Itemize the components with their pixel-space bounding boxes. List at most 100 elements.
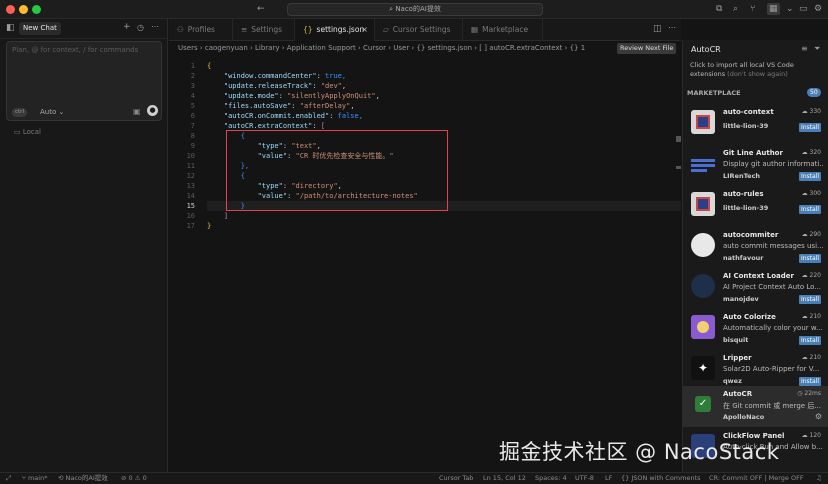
toggle-panel-icon[interactable]: ▭: [799, 3, 808, 15]
notifications-bell-icon[interactable]: ♫: [816, 473, 822, 484]
minimize-window-button[interactable]: [19, 5, 28, 14]
install-button[interactable]: Install: [798, 295, 821, 304]
line-number: 7: [190, 122, 195, 130]
code-editor[interactable]: 1 2 3 4 5 6 7 8 9 10 11 12 13 14 15 16 1…: [169, 56, 681, 472]
code-line: {: [207, 61, 211, 71]
microphone-icon[interactable]: ●: [147, 105, 158, 116]
extension-item-ai-context-loader[interactable]: AI Context Loader AI Project Context Aut…: [683, 268, 828, 309]
json-key: "files.autoSave": [223, 102, 292, 110]
install-button[interactable]: Install: [798, 377, 821, 386]
tab-label: Marketplace: [482, 25, 529, 34]
download-count: ☁ 300: [802, 190, 821, 197]
tab-marketplace[interactable]: ▦ Marketplace: [463, 19, 543, 41]
status-bar: ⤢ ⑂ main* ⟲ Naco的AI提效 ⊘ 0 ⚠ 0 Cursor Tab…: [0, 472, 828, 484]
line-number: 3: [190, 82, 195, 90]
extension-search-input[interactable]: AutoCR: [687, 43, 795, 56]
history-icon[interactable]: ◷: [137, 23, 144, 32]
extension-author: bisquit: [723, 336, 749, 344]
autocr-status[interactable]: CR: Commit OFF | Merge OFF: [709, 473, 804, 484]
title-bar: ← ⌕ Naco的AI提效 ⧉ ⌕ ⑂ ▦ ⌄ ▭ ⚙: [0, 0, 828, 19]
install-button[interactable]: Install: [798, 172, 821, 181]
more-actions-icon[interactable]: ⋯: [668, 23, 676, 32]
import-extensions-link[interactable]: Click to import all local VS Code extens…: [690, 61, 822, 79]
cursor-tab-status[interactable]: Cursor Tab: [439, 473, 473, 484]
indentation-status[interactable]: Spaces: 4: [535, 473, 567, 484]
download-count-value: 290: [809, 231, 821, 238]
filter-icon[interactable]: ≡: [801, 44, 808, 53]
tab-new-chat[interactable]: New Chat: [19, 22, 61, 35]
branch-status[interactable]: ⑂ main*: [22, 473, 47, 484]
cloud-icon: ☁: [801, 432, 810, 439]
image-attach-icon[interactable]: ▣: [133, 107, 141, 116]
project-status[interactable]: ⟲ Naco的AI提效: [58, 473, 108, 484]
encoding-status[interactable]: UTF-8: [575, 473, 594, 484]
tab-profiles[interactable]: ⚇ Profiles: [169, 19, 233, 41]
download-count: ☁ 210: [802, 313, 821, 320]
source-control-icon[interactable]: ⑂: [750, 3, 755, 15]
extension-description: auto commit messages usi...: [723, 242, 823, 250]
tab-settings-json[interactable]: {} settings.json ×: [295, 19, 375, 41]
extension-name: autocommiter: [723, 231, 779, 239]
search-panel-icon[interactable]: ⌕: [733, 3, 738, 15]
import-note[interactable]: (don't show again): [727, 70, 788, 78]
extension-item-autocommiter[interactable]: autocommiter auto commit messages usi...…: [683, 227, 828, 268]
code-line: "window.commandCenter": true,: [223, 72, 347, 80]
more-options-icon[interactable]: ⋯: [151, 22, 159, 31]
branch-name: main*: [27, 474, 48, 482]
settings-gear-icon[interactable]: ⚙: [814, 3, 822, 15]
extension-item-lripper[interactable]: ✦ Lripper Solar2D Auto-Ripper for V... q…: [683, 350, 828, 391]
funnel-icon[interactable]: ⏷: [814, 44, 820, 54]
activation-time-value: 22ms: [804, 390, 821, 397]
extension-item-auto-rules[interactable]: auto-rules little-lion-39 ☁ 300 Install: [683, 186, 828, 227]
project-name: Naco的AI提效: [65, 474, 108, 482]
command-center-search[interactable]: ⌕ Naco的AI提效: [287, 3, 543, 16]
extension-author: nathfavour: [723, 254, 764, 262]
editor-scrollbar[interactable]: [676, 56, 681, 356]
close-window-button[interactable]: [6, 5, 15, 14]
scope-selector[interactable]: ▭ Local: [14, 128, 41, 136]
install-button[interactable]: Install: [798, 205, 821, 214]
install-button[interactable]: Install: [798, 254, 821, 263]
back-arrow-icon[interactable]: ←: [257, 3, 265, 15]
maximize-window-button[interactable]: [32, 5, 41, 14]
problems-status[interactable]: ⊘ 0 ⚠ 0: [121, 473, 147, 484]
close-tab-icon[interactable]: ×: [361, 19, 368, 41]
manage-gear-icon[interactable]: ⚙: [815, 412, 822, 421]
palette-inner: [697, 321, 709, 333]
marketplace-section-header[interactable]: MARKETPLACE: [687, 89, 741, 97]
line-number-current: 15: [186, 202, 195, 210]
extension-item-autocr[interactable]: ✓ AutoCR 在 Git commit 或 merge 后... Apoll…: [683, 386, 828, 427]
tab-settings[interactable]: ≡ Settings: [233, 19, 295, 41]
install-button[interactable]: Install: [798, 336, 821, 345]
line-number: 12: [186, 172, 195, 180]
activation-time: ◷ 22ms: [797, 390, 821, 397]
chevron-down-icon[interactable]: ⌄: [786, 3, 794, 15]
review-next-file-button[interactable]: Review Next File: [617, 43, 677, 54]
new-chat-plus-icon[interactable]: +: [123, 22, 131, 32]
install-button[interactable]: Install: [798, 123, 821, 132]
line-number: 16: [186, 212, 195, 220]
extensions-icon[interactable]: ▦: [767, 3, 780, 15]
split-editor-icon[interactable]: ◫: [653, 24, 662, 34]
extension-author: little-lion-39: [723, 204, 769, 212]
extension-item-auto-colorize[interactable]: Auto Colorize Automatically color your w…: [683, 309, 828, 350]
extension-item-auto-context[interactable]: auto-context little-lion-39 ☁ 330 Instal…: [683, 104, 828, 145]
cloud-icon: ☁: [801, 231, 810, 238]
model-label: Auto: [40, 108, 57, 116]
model-selector[interactable]: Auto ⌄: [40, 108, 64, 116]
language-mode[interactable]: {} JSON with Comments: [621, 473, 701, 484]
chat-input[interactable]: [7, 42, 161, 94]
extension-logo-icon: [691, 233, 715, 257]
cursor-position[interactable]: Ln 15, Col 12: [483, 473, 526, 484]
chat-header: ◧ New Chat + ◷ ⋯: [0, 19, 168, 39]
tab-cursor-settings[interactable]: ▱ Cursor Settings: [375, 19, 463, 41]
copy-icon[interactable]: ⧉: [716, 3, 722, 15]
extension-author: little-lion-39: [723, 122, 769, 130]
breadcrumb[interactable]: Users › caogenyuan › Library › Applicati…: [169, 41, 681, 55]
remote-icon[interactable]: ⤢: [6, 473, 11, 484]
scroll-marker: [676, 166, 681, 169]
toggle-sidebar-icon[interactable]: ◧: [6, 23, 15, 33]
extension-item-git-line-author[interactable]: Git Line Author Display git author infor…: [683, 145, 828, 186]
logo-line: [691, 159, 715, 162]
eol-status[interactable]: LF: [605, 473, 612, 484]
